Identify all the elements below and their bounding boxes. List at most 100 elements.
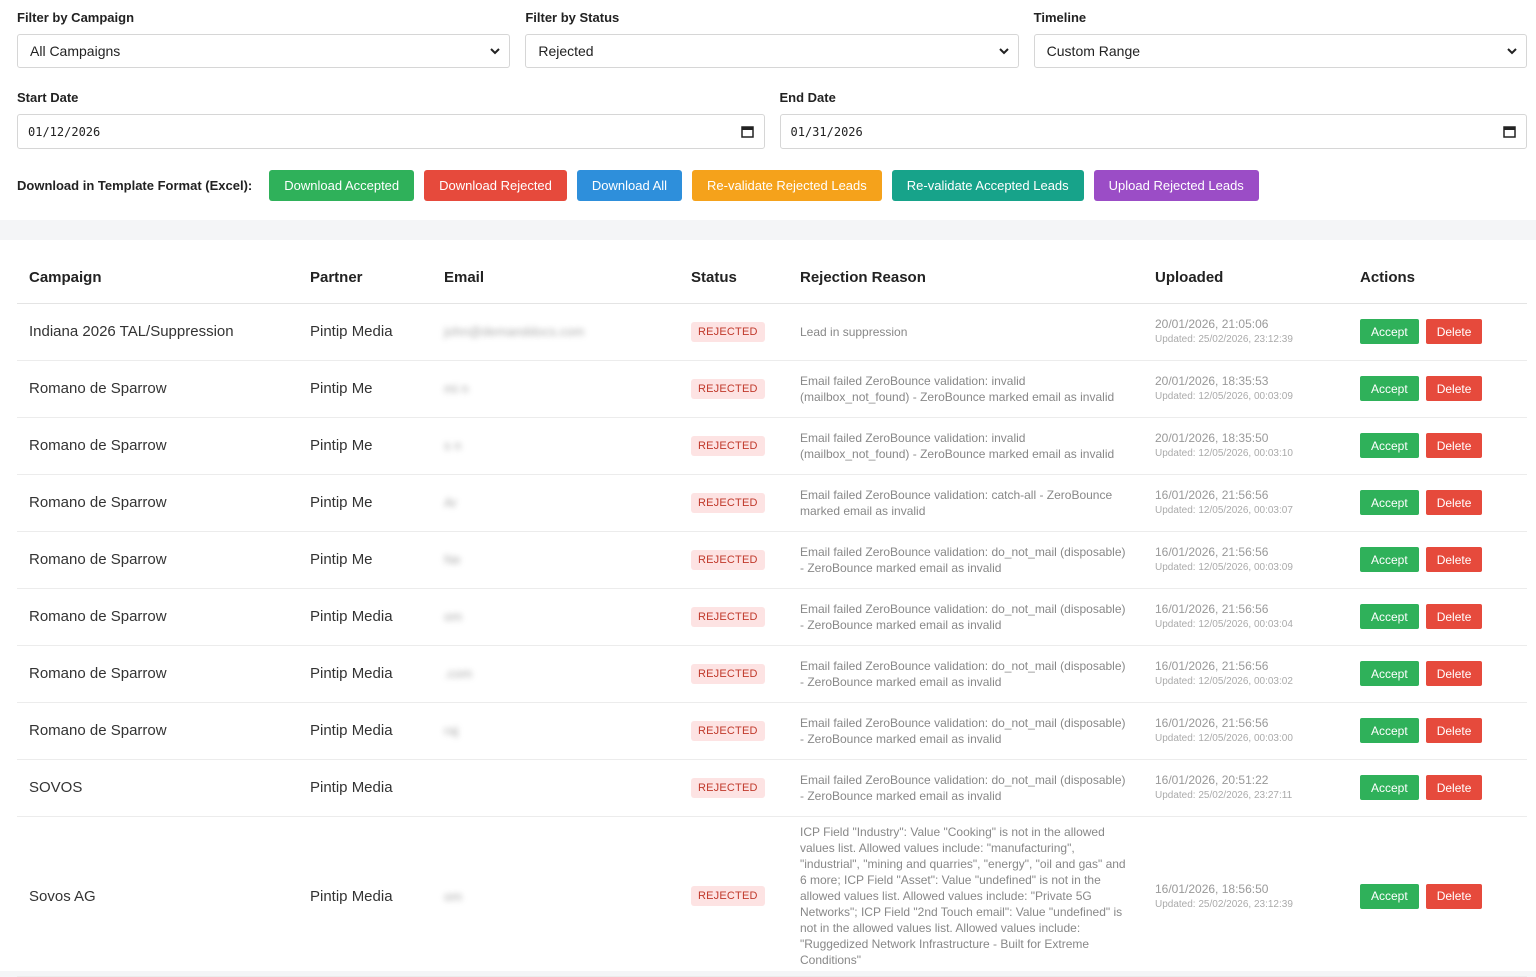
header-status[interactable]: Status [679,240,788,303]
updated-timestamp: Updated: 25/02/2026, 23:27:11 [1155,788,1336,803]
accept-button[interactable]: Accept [1360,490,1419,515]
header-partner[interactable]: Partner [298,240,432,303]
row-actions: Accept Delete [1360,433,1515,458]
updated-timestamp: Updated: 12/05/2026, 00:03:04 [1155,617,1336,632]
accept-button[interactable]: Accept [1360,604,1419,629]
table-row: Romano de SparrowPintip Mes nREJECTEDEma… [17,417,1527,474]
cell-campaign: Romano de Sparrow [17,702,298,759]
row-actions: Accept Delete [1360,661,1515,686]
filter-panel: Filter by Campaign All Campaigns Filter … [0,0,1536,220]
row-actions: Accept Delete [1360,319,1515,344]
uploaded-timestamp: 16/01/2026, 21:56:56 [1155,715,1336,731]
status-select-value: Rejected [538,43,593,59]
timeline-select[interactable]: Custom Range [1034,34,1527,68]
start-date-field: Start Date 01/12/2026 [17,80,765,149]
cell-uploaded: 16/01/2026, 18:56:50Updated: 25/02/2026,… [1143,816,1348,976]
row-actions: Accept Delete [1360,884,1515,909]
accept-button[interactable]: Accept [1360,547,1419,572]
accept-button[interactable]: Accept [1360,661,1419,686]
cell-rejection-reason: Email failed ZeroBounce validation: inva… [788,417,1143,474]
row-actions: Accept Delete [1360,490,1515,515]
accept-button[interactable]: Accept [1360,775,1419,800]
start-date-input[interactable]: 01/12/2026 [17,114,765,149]
row-actions: Accept Delete [1360,775,1515,800]
updated-timestamp: Updated: 12/05/2026, 00:03:10 [1155,446,1336,461]
cell-email [432,759,679,816]
download-accepted-button[interactable]: Download Accepted [269,170,414,201]
cell-email: om [432,816,679,976]
uploaded-timestamp: 16/01/2026, 21:56:56 [1155,658,1336,674]
download-all-button[interactable]: Download All [577,170,682,201]
status-badge: REJECTED [691,550,765,570]
upload-rejected-button[interactable]: Upload Rejected Leads [1094,170,1259,201]
delete-button[interactable]: Delete [1426,547,1483,572]
revalidate-accepted-button[interactable]: Re-validate Accepted Leads [892,170,1084,201]
cell-actions: Accept Delete [1348,588,1527,645]
accept-button[interactable]: Accept [1360,433,1419,458]
email-value: s n [444,438,461,453]
header-actions: Actions [1348,240,1527,303]
timeline-select-value: Custom Range [1047,43,1140,59]
end-date-label: End Date [780,80,1528,114]
email-value: john@demanddocs.com [444,324,584,339]
cell-uploaded: 16/01/2026, 20:51:22Updated: 25/02/2026,… [1143,759,1348,816]
delete-button[interactable]: Delete [1426,490,1483,515]
cell-partner: Pintip Me [298,417,432,474]
cell-rejection-reason: Email failed ZeroBounce validation: do_n… [788,645,1143,702]
status-badge: REJECTED [691,607,765,627]
end-date-value: 01/31/2026 [791,125,863,139]
header-email[interactable]: Email [432,240,679,303]
uploaded-timestamp: 20/01/2026, 18:35:50 [1155,430,1336,446]
cell-status: REJECTED [679,474,788,531]
status-filter: Filter by Status Rejected [525,0,1018,68]
accept-button[interactable]: Accept [1360,718,1419,743]
cell-campaign: Indiana 2026 TAL/Suppression [17,303,298,360]
cell-uploaded: 16/01/2026, 21:56:56Updated: 12/05/2026,… [1143,702,1348,759]
cell-partner: Pintip Media [298,303,432,360]
status-select[interactable]: Rejected [525,34,1018,68]
calendar-icon[interactable] [1503,125,1516,138]
header-uploaded[interactable]: Uploaded [1143,240,1348,303]
accept-button[interactable]: Accept [1360,884,1419,909]
uploaded-timestamp: 16/01/2026, 20:51:22 [1155,772,1336,788]
header-rejection-reason[interactable]: Rejection Reason [788,240,1143,303]
cell-status: REJECTED [679,588,788,645]
delete-button[interactable]: Delete [1426,376,1483,401]
accept-button[interactable]: Accept [1360,376,1419,401]
end-date-input[interactable]: 01/31/2026 [780,114,1528,149]
uploaded-timestamp: 16/01/2026, 21:56:56 [1155,544,1336,560]
download-rejected-button[interactable]: Download Rejected [424,170,567,201]
accept-button[interactable]: Accept [1360,319,1419,344]
delete-button[interactable]: Delete [1426,604,1483,629]
delete-button[interactable]: Delete [1426,775,1483,800]
cell-uploaded: 16/01/2026, 21:56:56Updated: 12/05/2026,… [1143,645,1348,702]
cell-email: john@demanddocs.com [432,303,679,360]
table-row: SOVOSPintip Media REJECTEDEmail failed Z… [17,759,1527,816]
delete-button[interactable]: Delete [1426,718,1483,743]
cell-email: Ar [432,474,679,531]
status-badge: REJECTED [691,322,765,342]
cell-campaign: Romano de Sparrow [17,531,298,588]
revalidate-rejected-button[interactable]: Re-validate Rejected Leads [692,170,882,201]
timeline-filter: Timeline Custom Range [1034,0,1527,68]
cell-status: REJECTED [679,816,788,976]
delete-button[interactable]: Delete [1426,661,1483,686]
timeline-filter-label: Timeline [1034,0,1527,34]
delete-button[interactable]: Delete [1426,433,1483,458]
calendar-icon[interactable] [741,125,754,138]
delete-button[interactable]: Delete [1426,884,1483,909]
cell-actions: Accept Delete [1348,474,1527,531]
campaign-select[interactable]: All Campaigns [17,34,510,68]
status-badge: REJECTED [691,778,765,798]
chevron-down-icon [489,45,501,57]
table-row: Romano de SparrowPintip Memi nREJECTEDEm… [17,360,1527,417]
updated-timestamp: Updated: 12/05/2026, 00:03:09 [1155,389,1336,404]
updated-timestamp: Updated: 12/05/2026, 00:03:09 [1155,560,1336,575]
table-row: Sovos AGPintip Media omREJECTEDICP Field… [17,816,1527,976]
cell-uploaded: 20/01/2026, 18:35:50Updated: 12/05/2026,… [1143,417,1348,474]
cell-campaign: Romano de Sparrow [17,645,298,702]
updated-timestamp: Updated: 25/02/2026, 23:12:39 [1155,332,1336,347]
cell-status: REJECTED [679,303,788,360]
header-campaign[interactable]: Campaign [17,240,298,303]
delete-button[interactable]: Delete [1426,319,1483,344]
